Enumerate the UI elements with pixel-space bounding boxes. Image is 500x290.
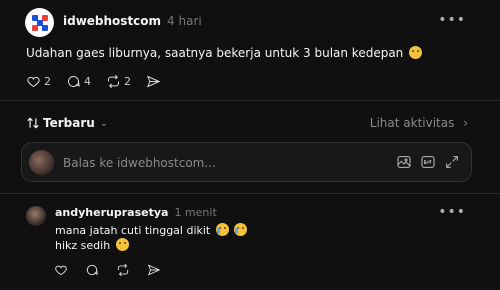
- repost-button[interactable]: 2: [106, 74, 131, 89]
- gif-attach-button[interactable]: [420, 154, 436, 170]
- share-button[interactable]: [146, 74, 161, 89]
- chevron-down-icon: ⌄: [99, 117, 109, 129]
- repost-icon: [117, 263, 129, 277]
- send-icon: [147, 264, 161, 276]
- comment-line1-text: mana jatah cuti tinggal dikit: [55, 224, 211, 237]
- sort-arrows-icon: [27, 117, 39, 129]
- comment-like-button[interactable]: [54, 263, 68, 280]
- sort-label: Terbaru: [43, 116, 95, 130]
- sad-face-emoji-icon: [115, 238, 129, 251]
- post-text: Udahan gaes liburnya, saatnya bekerja un…: [26, 46, 423, 60]
- comment-repost-button[interactable]: [116, 263, 130, 280]
- comment-author[interactable]: andyheruprasetya 1 menit: [55, 206, 217, 219]
- current-user-avatar: [29, 150, 54, 175]
- crying-face-emoji-icon: [215, 223, 229, 236]
- post-time: 4 hari: [167, 14, 202, 28]
- comment-text-line1: mana jatah cuti tinggal dikit: [55, 223, 248, 237]
- view-activity-link[interactable]: Lihat aktivitas ›: [370, 116, 468, 130]
- comment-time: 1 menit: [174, 206, 217, 219]
- divider: [0, 193, 500, 194]
- comment-bubble-icon: [86, 264, 98, 276]
- comment-share-button[interactable]: [147, 263, 161, 280]
- comment-line2-text: hikz sedih: [55, 239, 111, 252]
- comment-text-line2: hikz sedih: [55, 238, 129, 252]
- reply-composer[interactable]: [21, 142, 472, 182]
- comment-button[interactable]: 4: [66, 74, 91, 89]
- heart-icon: [55, 265, 67, 276]
- comment-reply-button[interactable]: [85, 263, 99, 280]
- comment-actions: [54, 263, 178, 280]
- reply-composer-tools: [388, 154, 460, 170]
- comment-count: 4: [84, 75, 91, 88]
- chevron-right-icon: ›: [463, 116, 468, 130]
- expand-icon: [446, 156, 458, 168]
- crying-face-emoji-icon: [234, 223, 248, 236]
- heart-icon: [27, 76, 40, 88]
- like-count: 2: [44, 75, 51, 88]
- sort-dropdown[interactable]: Terbaru ⌄: [26, 116, 108, 130]
- reply-input[interactable]: [63, 154, 363, 172]
- post-author-name[interactable]: idwebhostcom: [63, 14, 161, 28]
- post-author[interactable]: idwebhostcom 4 hari: [63, 14, 202, 28]
- repost-icon: [108, 74, 119, 89]
- like-button[interactable]: 2: [26, 74, 51, 89]
- post-actions: 2 4 2: [26, 74, 176, 89]
- post-text-content: Udahan gaes liburnya, saatnya bekerja un…: [26, 46, 404, 60]
- send-icon: [146, 75, 161, 88]
- comment-bubble-icon: [68, 76, 80, 87]
- comment-more-options-icon[interactable]: •••: [438, 204, 466, 220]
- image-attach-button[interactable]: [396, 154, 412, 170]
- post-more-options-icon[interactable]: •••: [438, 12, 466, 28]
- comment-author-avatar[interactable]: [26, 206, 46, 226]
- grimacing-face-emoji-icon: [409, 46, 423, 59]
- post-card: idwebhostcom 4 hari ••• Udahan gaes libur…: [0, 0, 500, 101]
- comment-author-name[interactable]: andyheruprasetya: [55, 206, 168, 219]
- image-icon: [397, 156, 411, 168]
- view-activity-label: Lihat aktivitas: [369, 116, 455, 130]
- idwebhost-logo-avatar[interactable]: [25, 8, 54, 37]
- repost-count: 2: [124, 75, 131, 88]
- idwebhost-logo-icon: [31, 14, 48, 31]
- expand-composer-button[interactable]: [444, 154, 460, 170]
- gif-icon: [421, 156, 435, 168]
